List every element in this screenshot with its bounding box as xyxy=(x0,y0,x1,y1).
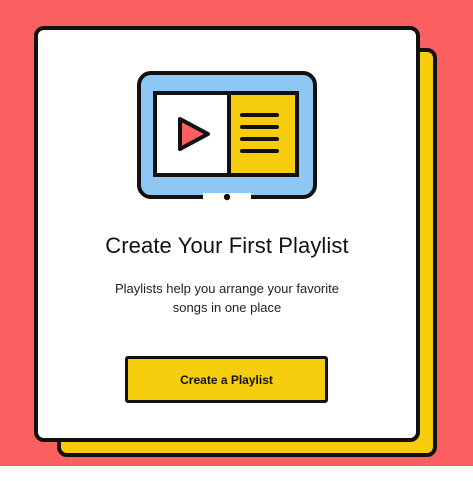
empty-state-description: Playlists help you arrange your favorite… xyxy=(114,281,339,315)
create-playlist-button[interactable]: Create a Playlist xyxy=(125,356,328,403)
empty-state-title: Create Your First Playlist xyxy=(105,233,349,258)
home-button-dot xyxy=(223,193,231,201)
playlist-tablet-icon xyxy=(137,71,317,201)
